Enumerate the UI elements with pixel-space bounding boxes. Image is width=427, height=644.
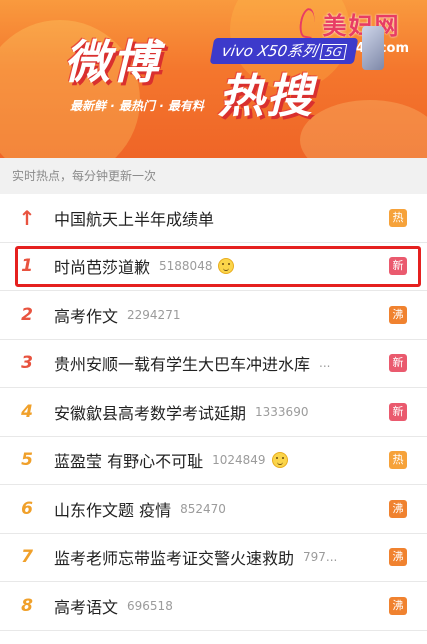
status-badge: 新 [389,257,407,276]
item-heat-count: ... [319,356,331,371]
hot-search-list: ↑ 中国航天上半年成绩单热 1 时尚芭莎道歉 5188048 新 2 高考作文 2294271 沸… [0,194,427,631]
status-badge: 热 [389,451,407,470]
banner-decoration [300,100,427,158]
item-heat-count: 852470 [180,501,226,516]
status-badge: 热 [389,208,407,227]
phone-icon [362,26,384,70]
item-title[interactable]: 高考语文 [54,594,118,618]
rank-number: 4 [21,401,33,422]
item-title[interactable]: 安徽歙县高考数学考试延期 [54,400,246,424]
hot-search-item[interactable]: 5 蓝盈莹 有野心不可耻 1024849 热 [0,437,427,485]
rank-number: 5 [21,450,33,471]
item-heat-count: 2294271 [127,307,181,322]
sponsor-label: vivo X50系列 [220,42,319,60]
hot-search-item[interactable]: 7 监考老师忘带监考证交警火速救助 797... 沸 [0,534,427,582]
status-badge: 新 [389,354,407,373]
hot-search-item[interactable]: 8 高考语文 696518 沸 [0,582,427,631]
banner-title-hot-search: 热搜 [218,69,314,123]
rank-number: 7 [21,547,33,568]
item-heat-count: 5188048 [159,259,213,274]
item-heat-count: 1333690 [255,404,309,419]
item-title[interactable]: 贵州安顺一载有学生大巴车冲进水库 [54,351,310,375]
hot-search-item[interactable]: 3 贵州安顺一载有学生大巴车冲进水库... 新 [0,340,427,388]
item-title[interactable]: 中国航天上半年成绩单 [54,206,214,230]
status-badge: 沸 [389,499,407,518]
item-heat-count: 696518 [127,598,173,613]
status-badge: 新 [389,402,407,421]
pinned-top-icon: ↑ [18,205,36,230]
hot-search-item[interactable]: 4 安徽歙县高考数学考试延期 1333690 新 [0,388,427,437]
banner-slogan: 最新鲜 · 最热门 · 最有料 [70,99,204,113]
hot-search-item[interactable]: 2 高考作文 2294271 沸 [0,291,427,340]
rank-number: 8 [21,595,33,616]
item-heat-count: 797... [303,550,338,565]
item-title[interactable]: 蓝盈莹 有野心不可耻 [54,448,203,472]
rank-number: 3 [21,353,33,374]
rank-number: 6 [21,498,33,519]
hot-search-item[interactable]: 6 山东作文题 疫情 852470 沸 [0,485,427,534]
status-badge: 沸 [389,305,407,324]
item-heat-count: 1024849 [212,453,266,468]
update-notice: 实时热点，每分钟更新一次 [0,158,427,194]
rank-number: 1 [21,256,33,277]
item-title[interactable]: 高考作文 [54,303,118,327]
rank-number: 2 [21,304,33,325]
hot-search-item[interactable]: ↑ 中国航天上半年成绩单 热 [0,194,427,243]
item-title[interactable]: 监考老师忘带监考证交警火速救助 [54,545,294,569]
item-title[interactable]: 时尚芭莎道歉 [54,254,150,278]
smile-emoji-icon [218,258,235,275]
hot-search-banner: 美妇网 meifu43.com 微博 vivo X50系列5G 热搜 最新鲜 ·… [0,0,427,158]
status-badge: 沸 [389,596,407,615]
status-badge: 沸 [389,548,407,567]
smile-emoji-icon [271,452,288,469]
item-title[interactable]: 山东作文题 疫情 [54,497,171,521]
banner-title-weibo: 微博 [64,35,160,89]
hot-search-item[interactable]: 1 时尚芭莎道歉 5188048 新 [0,243,427,291]
sponsor-5g-label: 5G [319,44,348,60]
